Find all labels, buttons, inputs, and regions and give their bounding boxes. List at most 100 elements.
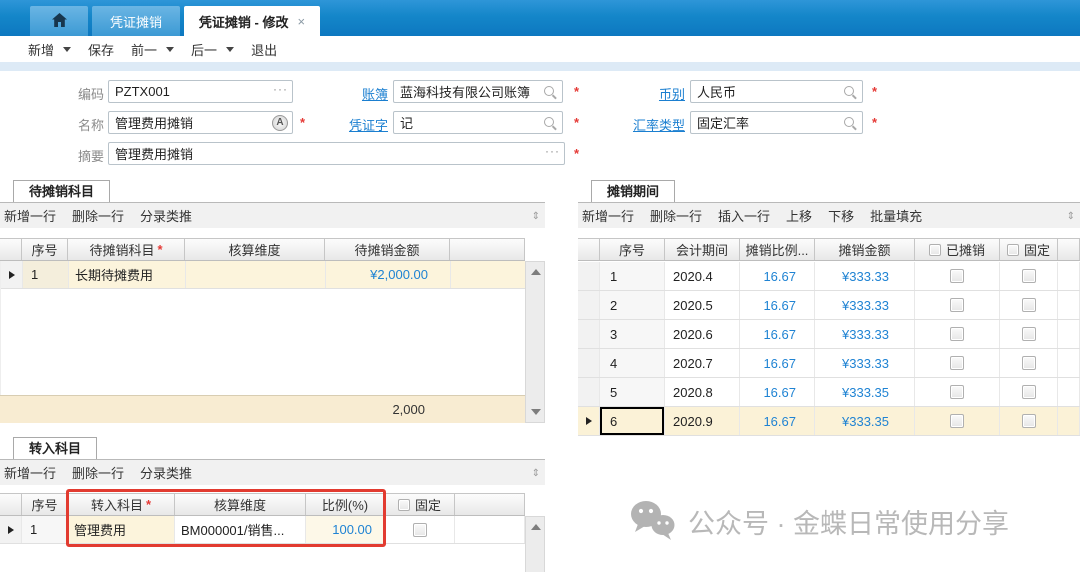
tab-transfer-accounts[interactable]: 转入科目 <box>13 437 97 459</box>
delete-row-button[interactable]: 删除一行 <box>72 463 124 482</box>
cell-dimension[interactable]: BM000001/销售... <box>175 516 306 543</box>
scroll-down-icon[interactable] <box>531 409 541 415</box>
fixed-checkbox[interactable] <box>1022 356 1036 370</box>
currency-link[interactable]: 币别 <box>592 84 685 103</box>
add-row-button[interactable]: 新增一行 <box>582 206 634 225</box>
book-link[interactable]: 账簿 <box>322 84 388 103</box>
cell-ratio[interactable]: 16.67 <box>740 320 815 348</box>
chevron-down-icon[interactable] <box>226 47 234 52</box>
cell-ratio[interactable]: 16.67 <box>740 407 815 435</box>
fixed-checkbox[interactable] <box>1022 385 1036 399</box>
currency-input[interactable] <box>691 81 862 102</box>
multilanguage-icon[interactable]: A <box>272 115 288 131</box>
lookup-ellipsis-icon[interactable]: ··· <box>545 144 560 158</box>
amortized-checkbox[interactable] <box>950 298 964 312</box>
cell-period[interactable]: 2020.4 <box>665 262 740 290</box>
cell-seq[interactable]: 2 <box>600 291 665 319</box>
close-icon[interactable]: × <box>297 14 305 29</box>
entry-analogy-button[interactable]: 分录类推 <box>140 206 192 225</box>
cell-ratio[interactable]: 16.67 <box>740 378 815 406</box>
chevron-down-icon[interactable] <box>166 47 174 52</box>
move-up-button[interactable]: 上移 <box>786 206 812 225</box>
current-row-indicator[interactable] <box>0 516 22 543</box>
cell-pending-account[interactable]: 长期待摊费用 <box>69 261 186 288</box>
delete-row-button[interactable]: 删除一行 <box>650 206 702 225</box>
row-indicator[interactable] <box>578 349 600 377</box>
vertical-scrollbar[interactable] <box>525 516 545 572</box>
tab-pending-accounts[interactable]: 待摊销科目 <box>13 180 110 202</box>
amortized-checkbox[interactable] <box>950 356 964 370</box>
search-icon[interactable] <box>543 116 557 130</box>
search-icon[interactable] <box>843 85 857 99</box>
amortized-checkbox[interactable] <box>950 269 964 283</box>
cell-seq-focused[interactable]: 6 <box>600 407 665 435</box>
menu-exit[interactable]: 退出 <box>251 40 277 59</box>
tab-voucher-amortization-edit[interactable]: 凭证摊销 - 修改 × <box>184 6 320 36</box>
voucher-word-link[interactable]: 凭证字 <box>322 115 388 134</box>
scroll-up-icon[interactable] <box>531 524 541 530</box>
fixed-checkbox[interactable] <box>1022 298 1036 312</box>
book-input[interactable] <box>394 81 562 102</box>
cell-transfer-account[interactable]: 管理费用 <box>68 516 175 543</box>
chevron-down-icon[interactable] <box>63 47 71 52</box>
menu-new[interactable]: 新增 <box>28 40 71 59</box>
menu-save[interactable]: 保存 <box>88 40 114 59</box>
cell-amount[interactable]: ¥333.33 <box>815 320 915 348</box>
current-row-indicator[interactable] <box>578 407 600 435</box>
cell-seq[interactable]: 3 <box>600 320 665 348</box>
cell-period[interactable]: 2020.8 <box>665 378 740 406</box>
row-indicator[interactable] <box>578 320 600 348</box>
cell-seq[interactable]: 1 <box>600 262 665 290</box>
cell-pending-amount[interactable]: ¥2,000.00 <box>326 261 451 288</box>
tab-amortization-period[interactable]: 摊销期间 <box>591 180 675 202</box>
cell-amount[interactable]: ¥333.33 <box>815 349 915 377</box>
vertical-scrollbar[interactable] <box>525 261 545 423</box>
add-row-button[interactable]: 新增一行 <box>4 463 56 482</box>
fixed-checkbox[interactable] <box>413 523 427 537</box>
lookup-ellipsis-icon[interactable]: ··· <box>273 82 288 96</box>
cell-amount[interactable]: ¥333.33 <box>815 291 915 319</box>
voucher-word-input[interactable] <box>394 112 562 133</box>
fixed-checkbox[interactable] <box>1022 327 1036 341</box>
menu-previous[interactable]: 前一 <box>131 40 174 59</box>
cell-amount[interactable]: ¥333.33 <box>815 262 915 290</box>
cell-ratio[interactable]: 16.67 <box>740 291 815 319</box>
cell-period[interactable]: 2020.6 <box>665 320 740 348</box>
cell-period[interactable]: 2020.9 <box>665 407 740 435</box>
tab-home[interactable] <box>30 6 88 36</box>
rate-type-input[interactable] <box>691 112 862 133</box>
cell-amount[interactable]: ¥333.35 <box>815 407 915 435</box>
fixed-checkbox[interactable] <box>1022 269 1036 283</box>
amortized-checkbox[interactable] <box>950 327 964 341</box>
move-down-button[interactable]: 下移 <box>828 206 854 225</box>
cell-ratio[interactable]: 16.67 <box>740 262 815 290</box>
row-indicator[interactable] <box>578 378 600 406</box>
cell-amount[interactable]: ¥333.35 <box>815 378 915 406</box>
amortized-checkbox[interactable] <box>950 385 964 399</box>
cell-dimension[interactable] <box>186 261 326 288</box>
tab-voucher-amortization[interactable]: 凭证摊销 <box>92 6 180 36</box>
rate-type-link[interactable]: 汇率类型 <box>592 115 685 134</box>
delete-row-button[interactable]: 删除一行 <box>72 206 124 225</box>
fixed-header-checkbox[interactable] <box>1007 244 1019 256</box>
entry-analogy-button[interactable]: 分录类推 <box>140 463 192 482</box>
row-indicator[interactable] <box>578 291 600 319</box>
cell-ratio[interactable]: 16.67 <box>740 349 815 377</box>
menu-next[interactable]: 后一 <box>191 40 234 59</box>
search-icon[interactable] <box>843 116 857 130</box>
code-input[interactable] <box>109 81 292 102</box>
scroll-up-icon[interactable] <box>531 269 541 275</box>
cell-period[interactable]: 2020.5 <box>665 291 740 319</box>
cell-ratio[interactable]: 100.00 <box>306 516 385 543</box>
insert-row-button[interactable]: 插入一行 <box>718 206 770 225</box>
search-icon[interactable] <box>543 85 557 99</box>
current-row-indicator[interactable] <box>1 261 23 288</box>
batch-fill-button[interactable]: 批量填充 <box>870 206 922 225</box>
add-row-button[interactable]: 新增一行 <box>4 206 56 225</box>
name-input[interactable] <box>109 112 292 133</box>
cell-seq[interactable]: 1 <box>23 261 69 288</box>
cell-seq[interactable]: 4 <box>600 349 665 377</box>
cell-seq[interactable]: 1 <box>22 516 68 543</box>
cell-period[interactable]: 2020.7 <box>665 349 740 377</box>
cell-seq[interactable]: 5 <box>600 378 665 406</box>
